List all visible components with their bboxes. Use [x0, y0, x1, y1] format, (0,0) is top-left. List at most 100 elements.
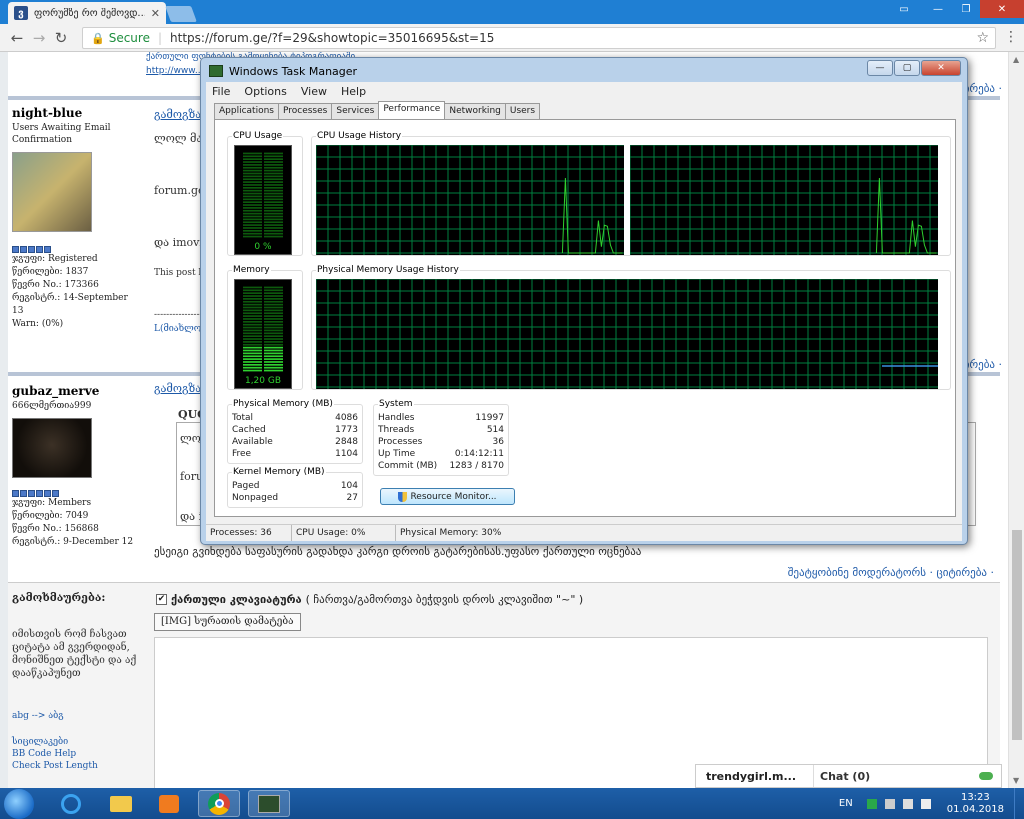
- stat-label: Processes: [378, 437, 423, 447]
- new-tab-button[interactable]: [165, 6, 197, 22]
- keyboard-checkbox[interactable]: ✔: [156, 594, 167, 605]
- smilies-link[interactable]: სიცილაკები: [12, 736, 148, 748]
- clock[interactable]: 13:23 01.04.2018: [947, 792, 1004, 816]
- tab-users[interactable]: Users: [504, 103, 541, 119]
- meter-segment: [264, 300, 283, 303]
- prev-post-link[interactable]: http://www...: [146, 66, 203, 76]
- chat-user[interactable]: trendygirl.m...: [696, 765, 814, 787]
- show-desktop-button[interactable]: [1014, 788, 1024, 819]
- bookmark-star-icon[interactable]: ☆: [976, 30, 989, 46]
- meter-segment: [264, 178, 283, 181]
- author-name[interactable]: night-blue: [12, 106, 142, 120]
- meter-segment: [243, 204, 262, 206]
- meter-segment: [264, 189, 283, 192]
- page-scrollbar[interactable]: ▲ ▼: [1008, 52, 1024, 788]
- chrome-menu-icon[interactable]: ⋮: [1004, 29, 1018, 45]
- media-player-taskbar-item[interactable]: [148, 790, 190, 817]
- author-stat: ჯგუფი: Members: [12, 498, 92, 508]
- explorer-taskbar-item[interactable]: [100, 790, 142, 817]
- maximize-icon[interactable]: ▢: [894, 60, 920, 76]
- meter-segment: [264, 164, 283, 166]
- reply-help-text: იმისთვის რომ ჩასვათ ციტატა ამ გვერდიდან,…: [12, 629, 137, 679]
- meter-segment: [264, 227, 283, 229]
- meter-segment: [243, 207, 262, 209]
- author-stat: Warn: (0%): [12, 319, 64, 329]
- minimize-icon[interactable]: —: [867, 60, 893, 76]
- url-text[interactable]: https://forum.ge/?f=29&showtopic=3501669…: [170, 31, 494, 45]
- cpu-meter: 0 %: [234, 145, 292, 255]
- meter-segment: [243, 366, 262, 369]
- back-icon[interactable]: ←: [8, 29, 26, 47]
- scroll-down-icon[interactable]: ▼: [1013, 776, 1019, 785]
- tab-applications[interactable]: Applications: [214, 103, 279, 119]
- stat-label: Nonpaged: [232, 493, 279, 503]
- close-icon[interactable]: ✕: [921, 60, 961, 76]
- meter-segment: [243, 227, 262, 229]
- author-stat: წევრი No.: 173366: [12, 280, 99, 290]
- tab-processes[interactable]: Processes: [277, 103, 333, 119]
- task-manager-taskbar-item[interactable]: [248, 790, 290, 817]
- avatar: [12, 152, 92, 232]
- add-image-button[interactable]: [IMG] სურათის დამატება: [154, 613, 301, 631]
- volume-icon[interactable]: [920, 798, 931, 809]
- minimize-icon[interactable]: —: [924, 0, 952, 18]
- meter-segment: [243, 181, 262, 183]
- tab-close-icon[interactable]: ✕: [151, 7, 160, 20]
- chat-label[interactable]: Chat (0): [814, 770, 979, 783]
- kernel-memory-title: Kernel Memory (MB): [232, 467, 326, 477]
- author-stat: ჯგუფი: Registered: [12, 254, 98, 264]
- meter-segment: [243, 192, 262, 195]
- restore-icon[interactable]: ❐: [952, 0, 980, 18]
- tab-performance[interactable]: Performance: [378, 101, 446, 119]
- forward-icon[interactable]: →: [30, 29, 48, 47]
- moderation-link[interactable]: შეატყობინე მოდერატორს · ციტირება ·: [788, 566, 994, 579]
- menu-view[interactable]: View: [301, 85, 327, 98]
- menu-options[interactable]: Options: [244, 85, 286, 98]
- reload-icon[interactable]: ↻: [52, 29, 70, 47]
- meter-segment: [264, 232, 283, 235]
- lock-icon: 🔒: [91, 31, 105, 45]
- menu-help[interactable]: Help: [341, 85, 366, 98]
- meter-segment: [264, 321, 283, 323]
- network-icon[interactable]: [902, 798, 913, 809]
- cpu-history-graph: [629, 144, 938, 255]
- meter-segment: [243, 292, 262, 294]
- scroll-thumb[interactable]: [1012, 530, 1022, 740]
- meter-segment: [243, 349, 262, 352]
- meter-segment: [264, 332, 283, 335]
- meter-segment: [264, 329, 283, 332]
- meter-segment: [243, 286, 262, 289]
- meter-segment: [264, 366, 283, 369]
- chrome-taskbar-item[interactable]: [198, 790, 240, 817]
- georgian-keyboard-toggle[interactable]: ✔ ქართული კლავიატურა ( ჩართვა/გამორთვა ბ…: [156, 593, 583, 606]
- tab-networking[interactable]: Networking: [444, 103, 506, 119]
- avatar: [12, 418, 92, 478]
- abg-link[interactable]: abg --> აბგ: [12, 710, 148, 722]
- browser-tab[interactable]: ვ ფორუმზე რო შემოვდ... ✕: [8, 2, 166, 24]
- meter-segment: [264, 323, 283, 326]
- stat-label: Available: [232, 437, 273, 447]
- chat-bar[interactable]: trendygirl.m... Chat (0): [695, 764, 1002, 788]
- menu-file[interactable]: File: [212, 85, 230, 98]
- chat-status-icon[interactable]: [979, 772, 993, 780]
- security-icon[interactable]: [866, 798, 877, 809]
- meter-segment: [264, 192, 283, 195]
- profile-icon[interactable]: ▭: [884, 0, 924, 18]
- close-icon[interactable]: ✕: [980, 0, 1024, 18]
- stat-label: Cached: [232, 425, 266, 435]
- meter-segment: [243, 355, 262, 358]
- meter-segment: [264, 152, 283, 155]
- address-bar[interactable]: 🔒 Secure | https://forum.ge/?f=29&showto…: [82, 27, 996, 49]
- language-indicator[interactable]: EN: [839, 798, 853, 809]
- stat-label: Paged: [232, 481, 260, 491]
- media-player-icon: [159, 794, 179, 813]
- action-center-icon[interactable]: [884, 798, 895, 809]
- bbcode-help-link[interactable]: BB Code Help: [12, 748, 148, 760]
- ie-taskbar-item[interactable]: [50, 790, 92, 817]
- scroll-up-icon[interactable]: ▲: [1013, 55, 1019, 64]
- resource-monitor-button[interactable]: Resource Monitor...: [380, 488, 515, 505]
- author-name[interactable]: gubaz_merve: [12, 384, 142, 398]
- start-button-icon[interactable]: [4, 789, 34, 819]
- check-length-link[interactable]: Check Post Length: [12, 760, 148, 772]
- tab-services[interactable]: Services: [331, 103, 380, 119]
